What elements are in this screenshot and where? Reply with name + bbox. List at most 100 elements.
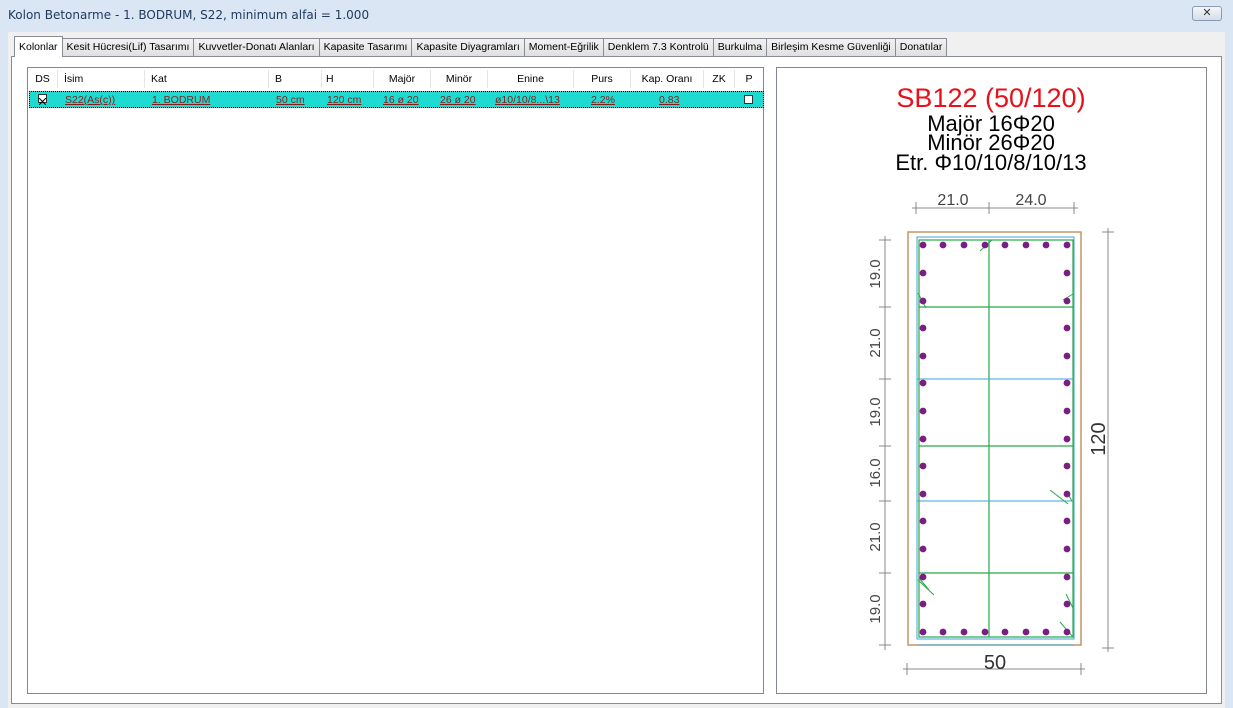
rebar-dot xyxy=(1063,379,1071,387)
column-header-b[interactable]: B xyxy=(269,70,322,88)
rebar-dot xyxy=(919,435,927,443)
rebar-dot xyxy=(1063,545,1071,553)
close-button[interactable]: ✕ xyxy=(1192,6,1222,21)
cell-b[interactable]: 50 cm xyxy=(276,93,321,108)
window-title: Kolon Betonarme - 1. BODRUM, S22, minimu… xyxy=(8,8,370,22)
tab-kolonlar[interactable]: Kolonlar xyxy=(14,36,63,57)
rebar-dot xyxy=(919,573,927,581)
cell-purs[interactable]: 2.2% xyxy=(591,93,631,108)
column-header-purs[interactable]: Purs xyxy=(574,70,631,88)
cell-major[interactable]: 16 ø 20 xyxy=(383,93,428,108)
rebar-dot xyxy=(981,241,989,249)
section-title: SB122 (50/120) xyxy=(896,83,1085,113)
rebar-dot xyxy=(1001,628,1009,636)
tab-denklem-7-3[interactable]: Denklem 7.3 Kontrolü xyxy=(602,38,714,56)
rebar-dot xyxy=(919,352,927,360)
column-header-zk[interactable]: ZK xyxy=(704,70,735,88)
tab-burkulma[interactable]: Burkulma xyxy=(712,38,768,56)
column-header-major[interactable]: Majör xyxy=(374,70,431,88)
column-header-kap-orani[interactable]: Kap. Oranı xyxy=(631,70,704,88)
cell-h[interactable]: 120 cm xyxy=(327,93,372,108)
check-x-icon xyxy=(38,97,47,106)
rebar-dot xyxy=(919,324,927,332)
tab-kapasite-tasarimi[interactable]: Kapasite Tasarımı xyxy=(318,38,413,56)
column-header-minor[interactable]: Minör xyxy=(431,70,488,88)
tab-birlesim-kesme[interactable]: Birleşim Kesme Güvenliği xyxy=(766,38,896,56)
left-dim-2: 21.0 xyxy=(867,328,884,357)
hook-marks xyxy=(917,239,1074,638)
p-checkbox[interactable] xyxy=(744,95,753,104)
cell-enine[interactable]: ø10/10/8...\13 xyxy=(495,93,575,108)
section-outline xyxy=(907,231,1082,646)
cell-kat[interactable]: 1. BODRUM xyxy=(152,93,262,108)
rebar-dot xyxy=(1063,324,1071,332)
rebar-dot xyxy=(919,517,927,525)
rebar-dot xyxy=(919,600,927,608)
cell-kap-orani[interactable]: 0.83 xyxy=(659,93,699,108)
column-header-h[interactable]: H xyxy=(322,70,374,88)
table-row[interactable]: S22(As(c)) 1. BODRUM 50 cm 120 cm 16 ø 2… xyxy=(29,91,764,108)
rebar-dot xyxy=(1063,269,1071,277)
tab-strip: Kolonlar Kesit Hücresi(Lif) Tasarımı Kuvve… xyxy=(14,35,948,57)
tab-kuvvetler-donati[interactable]: Kuvvetler-Donatı Alanları xyxy=(193,38,320,56)
rebar-dot xyxy=(1063,573,1071,581)
rebar-dot xyxy=(939,241,947,249)
rebar-dot xyxy=(919,241,927,249)
rebar-dot xyxy=(919,628,927,636)
rebar-dot xyxy=(1022,628,1030,636)
tab-moment-egrilik[interactable]: Moment-Eğrilik xyxy=(523,38,604,56)
rebar-dot xyxy=(919,379,927,387)
width-dim-label: 50 xyxy=(984,652,1006,674)
rebar-dot xyxy=(919,297,927,305)
stirrup-label: Etr. Φ10/10/8/10/13 xyxy=(895,150,1086,175)
tab-kesit-hucresi[interactable]: Kesit Hücresi(Lif) Tasarımı xyxy=(61,38,195,56)
top-dim-left: 21.0 xyxy=(937,192,968,209)
rebar-dot xyxy=(960,241,968,249)
rebar-dot xyxy=(919,462,927,470)
column-header-isim[interactable]: İsim xyxy=(58,70,145,88)
rebar-dot xyxy=(1063,462,1071,470)
cell-zk[interactable] xyxy=(711,93,736,108)
cell-isim[interactable]: S22(As(c)) xyxy=(65,93,145,108)
left-dim-3: 19.0 xyxy=(867,397,884,426)
cell-minor[interactable]: 26 ø 20 xyxy=(440,93,485,108)
cross-tie-group xyxy=(916,236,1075,646)
dialog-client-area: Kolonlar Kesit Hücresi(Lif) Tasarımı Kuvve… xyxy=(8,32,1225,708)
rebar-dot xyxy=(1063,628,1071,636)
title-bar: Kolon Betonarme - 1. BODRUM, S22, minimu… xyxy=(0,0,1233,30)
rebar-dot xyxy=(919,269,927,277)
column-header-enine[interactable]: Enine xyxy=(488,70,574,88)
column-header-p[interactable]: P xyxy=(735,70,763,88)
rebar-dot xyxy=(1063,407,1071,415)
stirrup-group xyxy=(918,239,1074,638)
tab-kapasite-diyagramlari[interactable]: Kapasite Diyagramları xyxy=(411,38,525,56)
tab-donatilar[interactable]: Donatılar xyxy=(894,38,948,56)
rebar-dot xyxy=(919,545,927,553)
rebar-dot xyxy=(1063,600,1071,608)
rebar-dot xyxy=(1063,435,1071,443)
left-dim-1: 19.0 xyxy=(867,259,884,288)
column-list[interactable]: DS İsim Kat B H Majör Minör Enine Purs K… xyxy=(27,67,764,694)
rebar-dot xyxy=(1063,517,1071,525)
rebar-group xyxy=(919,241,1071,636)
rebar-dot xyxy=(1063,297,1071,305)
column-header-ds[interactable]: DS xyxy=(28,70,58,88)
rebar-dot xyxy=(1063,241,1071,249)
left-dim-6: 19.0 xyxy=(867,594,884,623)
left-dim-5: 21.0 xyxy=(867,522,884,551)
close-icon[interactable]: ✕ xyxy=(1202,6,1211,19)
section-drawing-panel: SB122 (50/120) Majör 16Φ20 Minör 26Φ20 E… xyxy=(776,67,1207,694)
column-header-kat[interactable]: Kat xyxy=(145,70,269,88)
rebar-dot xyxy=(1022,241,1030,249)
left-dimension-line xyxy=(879,236,891,650)
rebar-dot xyxy=(1001,241,1009,249)
left-dim-4: 16.0 xyxy=(867,458,884,487)
rebar-dot xyxy=(919,490,927,498)
ds-checkbox[interactable] xyxy=(38,94,47,106)
rebar-dot xyxy=(1063,352,1071,360)
rebar-dot xyxy=(919,407,927,415)
rebar-dot xyxy=(1042,628,1050,636)
top-dim-right: 24.0 xyxy=(1015,192,1046,209)
rebar-dot xyxy=(939,628,947,636)
rebar-dot xyxy=(981,628,989,636)
